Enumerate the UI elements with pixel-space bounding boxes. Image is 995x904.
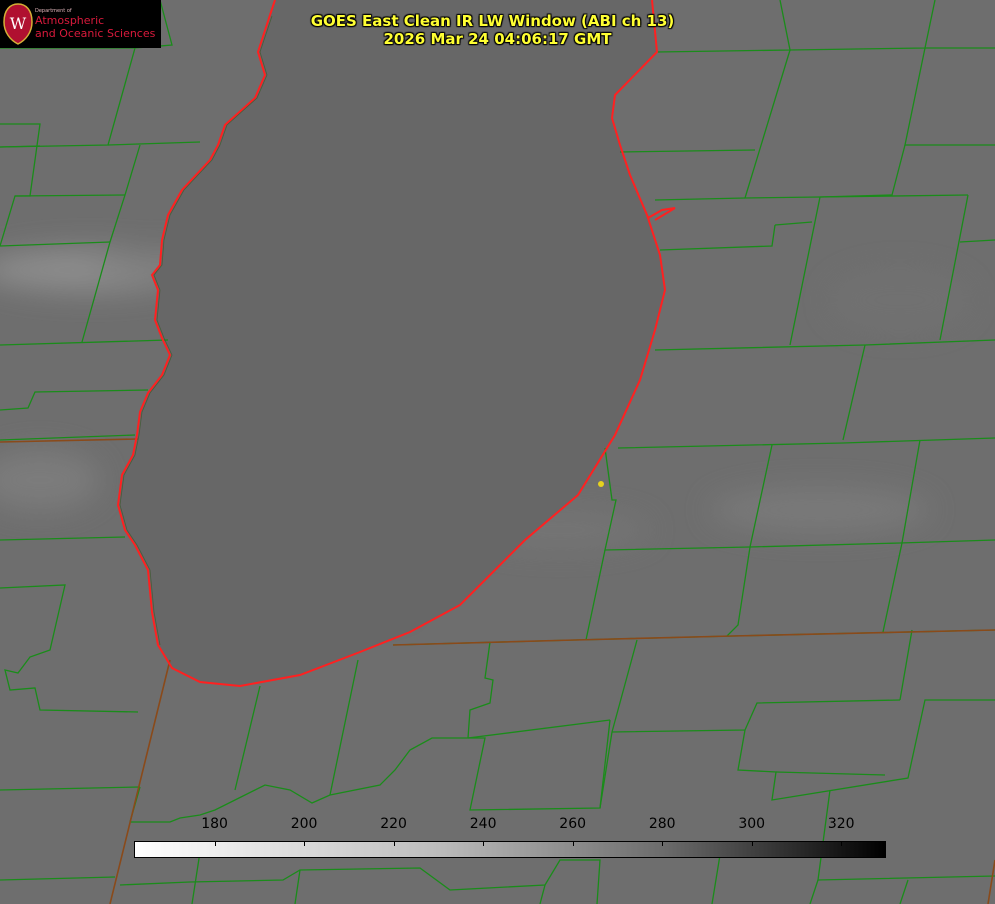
colorbar-tick bbox=[572, 841, 574, 846]
colorbar-label: 180 bbox=[201, 816, 228, 832]
colorbar-label: 300 bbox=[738, 816, 766, 832]
satellite-viewer: W Department of Atmospheric and Oceanic … bbox=[0, 0, 995, 904]
colorbar-label: 280 bbox=[648, 816, 676, 832]
colorbar-tick bbox=[751, 841, 753, 846]
colorbar-label: 240 bbox=[469, 816, 497, 832]
colorbar-tick bbox=[214, 841, 216, 846]
colorbar-label: 260 bbox=[559, 816, 587, 832]
product-title: GOES East Clean IR LW Window (ABI ch 13) bbox=[310, 12, 675, 30]
colorbar-label: 320 bbox=[827, 816, 855, 832]
colorbar-tick bbox=[662, 841, 664, 846]
satellite-map bbox=[0, 0, 995, 904]
timestamp-title: 2026 Mar 24 04:06:17 GMT bbox=[383, 30, 612, 48]
colorbar-tick bbox=[393, 841, 395, 846]
colorbar-tick bbox=[841, 841, 843, 846]
colorbar-tick bbox=[304, 841, 306, 846]
colorbar-gradient bbox=[134, 841, 886, 858]
colorbar-label: 220 bbox=[380, 816, 407, 832]
location-marker bbox=[598, 481, 604, 487]
colorbar-label: 200 bbox=[290, 816, 318, 832]
colorbar-tick bbox=[483, 841, 485, 846]
